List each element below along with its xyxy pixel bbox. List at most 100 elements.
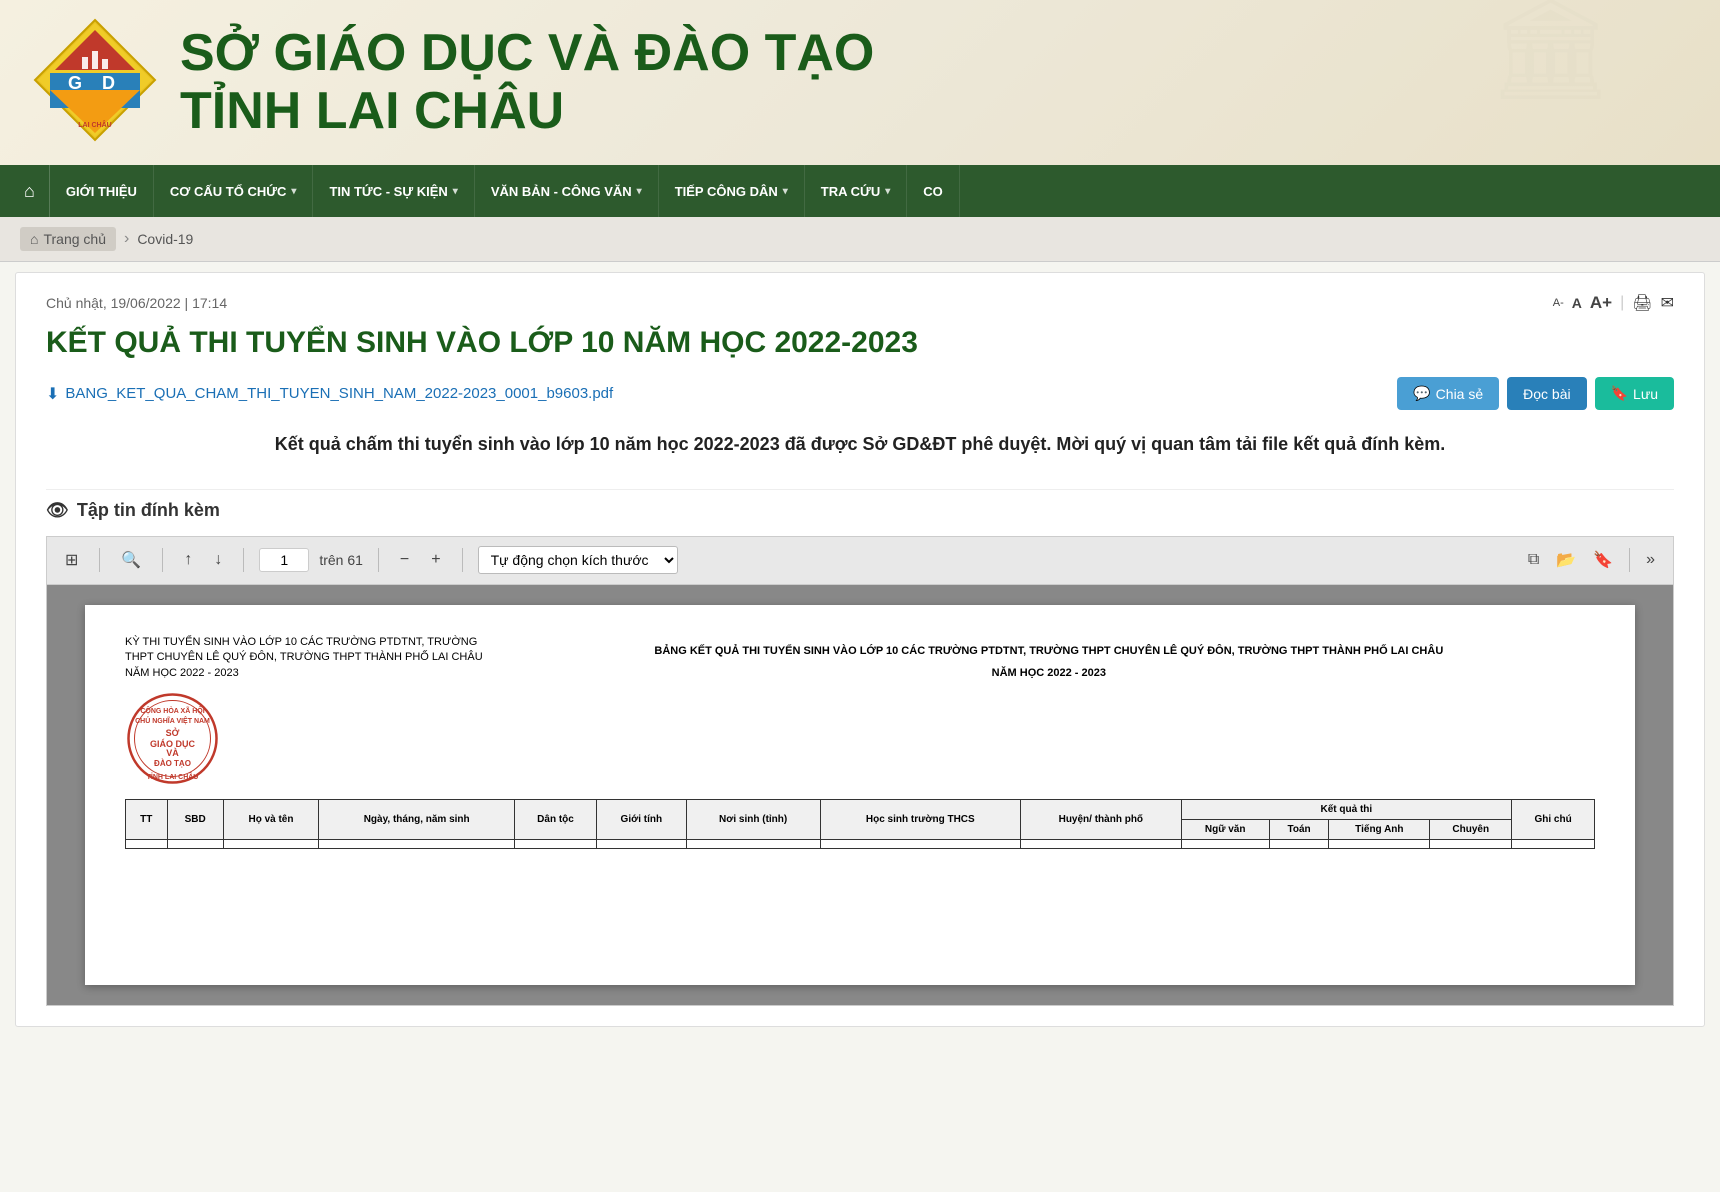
cell [126, 839, 168, 848]
pdf-zoom-out-button[interactable]: − [394, 548, 415, 572]
pdf-header-line2: THPT CHUYÊN LÊ QUÝ ĐÔN, TRƯỜNG THPT THÀN… [125, 650, 483, 665]
svg-text:ĐÀO TẠO: ĐÀO TẠO [154, 759, 191, 768]
font-increase-button[interactable]: A+ [1590, 293, 1612, 313]
svg-text:D: D [102, 73, 115, 93]
pdf-bookmark-button[interactable]: 🔖 [1587, 547, 1619, 573]
share-label: Chia sẻ [1436, 386, 1483, 402]
nav-item-tra-cuu[interactable]: TRA CỨU ▾ [805, 165, 907, 217]
pdf-doc-header-text: KỲ THI TUYỂN SINH VÀO LỚP 10 CÁC TRƯỜNG … [125, 635, 483, 681]
file-download-row: ⬇ BANG_KET_QUA_CHAM_THI_TUYEN_SINH_NAM_2… [46, 377, 1674, 410]
table-header-tieng-anh: Tiếng Anh [1329, 819, 1430, 839]
breadcrumb-current-page: Covid-19 [137, 231, 193, 247]
table-header-dob: Ngày, tháng, năm sinh [319, 799, 515, 839]
pdf-prev-page-button[interactable]: ↑ [178, 548, 198, 572]
dropdown-arrow-icon: ▾ [291, 186, 296, 197]
nav-item-co[interactable]: CO [907, 165, 960, 217]
toolbar-separator [378, 548, 379, 572]
read-button[interactable]: Đọc bài [1507, 377, 1586, 410]
breadcrumb: ⌂ Trang chủ › Covid-19 [0, 217, 1720, 262]
table-header-district: Huyện/ thành phố [1021, 799, 1181, 839]
page-header: G D LAI CHÂU SỞ GIÁO DỤC VÀ ĐÀO TẠO TỈNH… [0, 0, 1720, 165]
table-header-ethnic: Dân tộc [515, 799, 597, 839]
cell [1430, 839, 1512, 848]
pdf-header-line3: NĂM HỌC 2022 - 2023 [125, 666, 483, 681]
nav-label: TRA CỨU [821, 184, 880, 199]
dropdown-arrow-icon: ▾ [885, 186, 890, 197]
table-header-name: Họ và tên [223, 799, 319, 839]
nav-label: GIỚI THIỆU [66, 184, 137, 199]
toolbar-separator [243, 548, 244, 572]
nav-item-tiep-cong-dan[interactable]: TIẾP CÔNG DÂN ▾ [659, 165, 805, 217]
font-separator: | [1620, 294, 1624, 312]
cell [167, 839, 223, 848]
nav-item-co-cau[interactable]: CƠ CẤU TỔ CHỨC ▾ [154, 165, 314, 217]
pdf-open-file-button[interactable]: 📂 [1550, 547, 1582, 573]
breadcrumb-separator: › [124, 230, 129, 248]
nav-item-tin-tuc[interactable]: TIN TỨC - SỰ KIỆN ▾ [313, 165, 474, 217]
toolbar-separator [99, 548, 100, 572]
bookmark-icon: 🔖 [1611, 385, 1628, 402]
dropdown-arrow-icon: ▾ [637, 186, 642, 197]
article-title: KẾT QUẢ THI TUYỂN SINH VÀO LỚP 10 NĂM HỌ… [46, 323, 1674, 362]
toolbar-separator [462, 548, 463, 572]
share-button[interactable]: 💬 Chia sẻ [1397, 377, 1499, 410]
pdf-more-tools-button[interactable]: » [1640, 548, 1661, 572]
breadcrumb-home-label: Trang chủ [43, 231, 106, 247]
navbar: ⌂ GIỚI THIỆU CƠ CẤU TỔ CHỨC ▾ TIN TỨC - … [0, 165, 1720, 217]
pdf-header-line1: KỲ THI TUYỂN SINH VÀO LỚP 10 CÁC TRƯỜNG … [125, 635, 483, 650]
file-download-link[interactable]: ⬇ BANG_KET_QUA_CHAM_THI_TUYEN_SINH_NAM_2… [46, 384, 613, 404]
cell [1269, 839, 1329, 848]
font-decrease-button[interactable]: A- [1553, 297, 1564, 309]
pdf-results-table: TT SBD Họ và tên Ngày, tháng, năm sinh D… [125, 799, 1595, 849]
pdf-document-header: KỲ THI TUYỂN SINH VÀO LỚP 10 CÁC TRƯỜNG … [125, 635, 1595, 789]
cell [1512, 839, 1595, 848]
action-buttons: 💬 Chia sẻ Đọc bài 🔖 Lưu [1397, 377, 1674, 410]
nav-label: CƠ CẤU TỔ CHỨC [170, 184, 286, 199]
table-header-chuyen: Chuyên [1430, 819, 1512, 839]
cell [1181, 839, 1269, 848]
pdf-doc-title-year: NĂM HỌC 2022 - 2023 [503, 667, 1595, 679]
save-label: Lưu [1633, 386, 1658, 402]
nav-label: TIN TỨC - SỰ KIỆN [329, 184, 447, 199]
pdf-presentation-button[interactable]: ⧉ [1522, 548, 1545, 572]
main-content: Chủ nhật, 19/06/2022 | 17:14 A- A A+ | 🖨… [15, 272, 1705, 1027]
pdf-next-page-button[interactable]: ↓ [208, 548, 228, 572]
nav-item-gioi-thieu[interactable]: GIỚI THIỆU [50, 165, 154, 217]
cell [686, 839, 820, 848]
svg-text:TỈNH LAI CHÂU: TỈNH LAI CHÂU [147, 772, 199, 781]
table-header-toan: Toán [1269, 819, 1329, 839]
pdf-stamp-area: KỲ THI TUYỂN SINH VÀO LỚP 10 CÁC TRƯỜNG … [125, 635, 483, 789]
svg-text:CỘNG HÒA XÃ HỘI: CỘNG HÒA XÃ HỘI [140, 706, 204, 715]
table-header-note: Ghi chú [1512, 799, 1595, 839]
eye-icon: 👁 [46, 500, 69, 521]
nav-item-van-ban[interactable]: VĂN BẢN - CÔNG VĂN ▾ [475, 165, 659, 217]
pdf-total-pages: trên 61 [319, 552, 363, 568]
svg-text:G: G [68, 73, 82, 93]
pdf-sidebar-toggle-button[interactable]: ⊞ [59, 547, 84, 573]
breadcrumb-home-link[interactable]: ⌂ Trang chủ [20, 227, 116, 251]
pdf-doc-title-main: BẢNG KẾT QUẢ THI TUYỂN SINH VÀO LỚP 10 C… [503, 645, 1595, 657]
print-icon[interactable]: 🖨 [1632, 293, 1652, 313]
font-controls: A- A A+ | 🖨 ✉ [1553, 293, 1674, 313]
header-text: SỞ GIÁO DỤC VÀ ĐÀO TẠO TỈNH LAI CHÂU [180, 25, 874, 139]
pdf-page-input[interactable] [259, 548, 309, 572]
file-link-text: BANG_KET_QUA_CHAM_THI_TUYEN_SINH_NAM_202… [65, 385, 613, 402]
nav-home-button[interactable]: ⌂ [10, 165, 50, 217]
download-icon: ⬇ [46, 384, 59, 404]
table-row [126, 839, 1595, 848]
pdf-search-button[interactable]: 🔍 [115, 547, 147, 573]
pdf-zoom-in-button[interactable]: + [425, 548, 446, 572]
cell [223, 839, 319, 848]
save-button[interactable]: 🔖 Lưu [1595, 377, 1674, 410]
email-icon[interactable]: ✉ [1661, 293, 1674, 313]
table-header-province: Nơi sinh (tỉnh) [686, 799, 820, 839]
header-title-sub: TỈNH LAI CHÂU [180, 83, 874, 140]
font-normal-button[interactable]: A [1572, 295, 1582, 311]
pdf-zoom-select[interactable]: Tự động chọn kích thước 50% 75% 100% [478, 546, 678, 574]
attachments-label: Tập tin đính kèm [77, 500, 220, 521]
logo: G D LAI CHÂU [30, 15, 160, 150]
pdf-content-area: KỲ THI TUYỂN SINH VÀO LỚP 10 CÁC TRƯỜNG … [46, 584, 1674, 1006]
article-meta: Chủ nhật, 19/06/2022 | 17:14 A- A A+ | 🖨… [46, 293, 1674, 313]
pdf-doc-title-area: BẢNG KẾT QUẢ THI TUYỂN SINH VÀO LỚP 10 C… [503, 635, 1595, 689]
cell [1329, 839, 1430, 848]
